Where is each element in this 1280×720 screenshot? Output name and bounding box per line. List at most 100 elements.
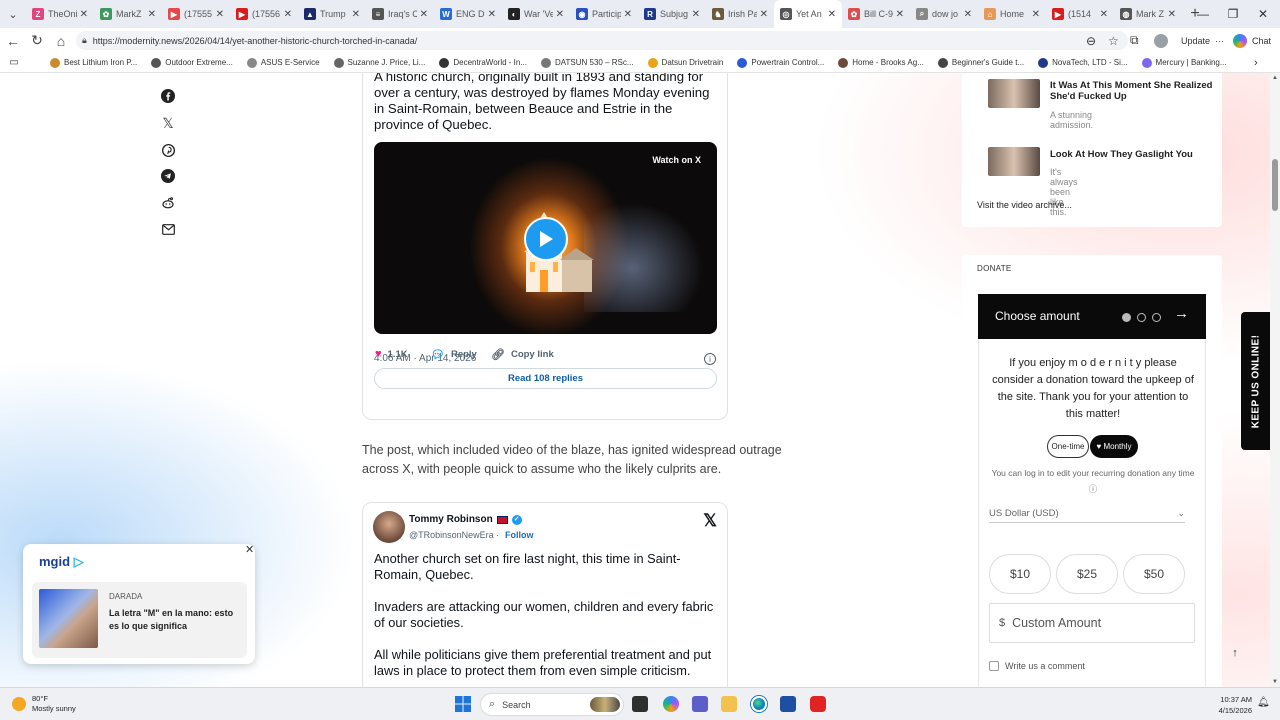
copy-link-button[interactable]: 🔗︎ Copy link (491, 348, 554, 361)
video-thumbnail[interactable] (988, 147, 1040, 176)
browser-tab[interactable]: ⌕ dow jo ✕ (910, 0, 978, 28)
tab-actions-menu[interactable]: ⌄ (0, 0, 26, 28)
video-thumbnail[interactable] (988, 79, 1040, 108)
browser-tab[interactable]: Z TheOni ✕ (26, 0, 94, 28)
browser-tab[interactable]: R Subjug ✕ (638, 0, 706, 28)
browser-tab[interactable]: ✿ Bill C-9 ✕ (842, 0, 910, 28)
bookmark-item[interactable]: DecentraWorld - In... (439, 57, 527, 68)
reader-view-icon[interactable]: ⊖ (1086, 31, 1096, 50)
collections-icon[interactable]: ⧉ (1130, 31, 1139, 50)
checkbox[interactable] (989, 661, 999, 671)
browser-tab[interactable]: ⌂ Home ✕ (978, 0, 1046, 28)
browser-tab[interactable]: ✿ MarkZ ✕ (94, 0, 162, 28)
amount-50-button[interactable]: $50 (1123, 554, 1185, 594)
reddit-icon[interactable] (160, 195, 176, 211)
task-view-icon[interactable] (632, 696, 648, 712)
tab-close-icon[interactable]: ✕ (692, 9, 700, 20)
tab-close-icon[interactable]: ✕ (624, 9, 632, 20)
tab-close-icon[interactable]: ✕ (828, 9, 836, 20)
mgid-ad-widget[interactable]: mgid ▷ ✕ DARADA La letra "M" en la mano:… (23, 544, 255, 664)
tab-close-icon[interactable]: ✕ (352, 9, 360, 20)
tab-close-icon[interactable]: ✕ (284, 9, 292, 20)
tweet-author[interactable]: Tommy Robinson ✓ (409, 514, 522, 525)
refresh-button[interactable]: ↻ (25, 29, 49, 53)
next-arrow-icon[interactable]: → (1174, 305, 1189, 322)
restore-button[interactable]: ❐ (1218, 0, 1248, 28)
windows-start-icon[interactable] (455, 696, 471, 712)
scroll-to-top-icon[interactable]: ↑ (1226, 644, 1244, 662)
info-icon[interactable]: i (704, 353, 716, 365)
teams-icon[interactable] (692, 696, 708, 712)
monthly-button[interactable]: ♥ Monthly (1090, 435, 1138, 458)
one-time-button[interactable]: One-time (1047, 435, 1089, 458)
pinterest-icon[interactable] (160, 142, 176, 158)
tab-close-icon[interactable]: ✕ (420, 9, 428, 20)
close-ad-button[interactable]: ✕ (245, 543, 255, 556)
browser-tab[interactable]: ◐ War 'Ve ✕ (502, 0, 570, 28)
scroll-down-arrow[interactable]: ▼ (1270, 679, 1280, 685)
youtube-icon[interactable] (810, 696, 826, 712)
ad-card[interactable]: DARADA La letra "M" en la mano: esto es … (32, 582, 247, 658)
like-button[interactable]: ♥ 1.1K (375, 348, 408, 360)
weather-widget[interactable]: 80°F Mostly sunny (12, 694, 76, 714)
ad-thumbnail[interactable] (39, 589, 98, 648)
video-title[interactable]: It Was At This Moment She Realized She'd… (1050, 80, 1220, 102)
tab-close-icon[interactable]: ✕ (1168, 9, 1176, 20)
read-replies-button[interactable]: Read 108 replies (374, 368, 717, 389)
browser-tab[interactable]: ▲ Trump ✕ (298, 0, 366, 28)
facebook-icon[interactable] (160, 88, 176, 104)
amount-25-button[interactable]: $25 (1056, 554, 1118, 594)
custom-amount-input[interactable]: $ Custom Amount (989, 603, 1195, 643)
bookmark-item[interactable]: Home - Brooks Ag... (838, 57, 924, 68)
mgid-logo[interactable]: mgid ▷ (39, 554, 84, 570)
tab-close-icon[interactable]: ✕ (1100, 9, 1108, 20)
write-comment-checkbox[interactable]: Write us a comment (989, 661, 1085, 671)
tab-close-icon[interactable]: ✕ (964, 9, 972, 20)
taskbar-search[interactable]: ⌕ Search (480, 693, 624, 716)
x-icon[interactable]: 𝕏 (160, 115, 176, 131)
tab-close-icon[interactable]: ✕ (488, 9, 496, 20)
tab-close-icon[interactable]: ✕ (556, 9, 564, 20)
watch-on-x-label[interactable]: Watch on X (652, 155, 701, 165)
store-icon[interactable] (780, 696, 796, 712)
amount-10-button[interactable]: $10 (989, 554, 1051, 594)
bookmark-item[interactable]: NovaTech, LTD - Si... (1038, 57, 1128, 68)
bookmarks-overflow-icon[interactable]: › (1254, 57, 1258, 69)
bookmarks-icon[interactable]: ▭ (0, 57, 28, 68)
copilot-chat-button[interactable]: Chat (1233, 31, 1271, 50)
tab-close-icon[interactable]: ✕ (1032, 9, 1040, 20)
avatar[interactable] (373, 511, 405, 543)
tab-close-icon[interactable]: ✕ (896, 9, 904, 20)
edge-icon[interactable] (751, 696, 767, 712)
profile-avatar[interactable] (1154, 31, 1168, 50)
follow-link[interactable]: Follow (505, 530, 534, 540)
currency-select[interactable]: US Dollar (USD) ⌄ (989, 505, 1185, 523)
scroll-up-arrow[interactable]: ▲ (1270, 75, 1280, 81)
browser-tab[interactable]: ▶ (17556 ✕ (230, 0, 298, 28)
tab-close-icon[interactable]: ✕ (148, 9, 156, 20)
bookmark-item[interactable]: Suzanne J. Price, Li... (333, 57, 425, 68)
reply-button[interactable]: 💬︎ Reply (431, 348, 477, 361)
browser-tab[interactable]: ◍ Mark Z ✕ (1114, 0, 1182, 28)
tab-close-icon[interactable]: ✕ (80, 9, 88, 20)
keep-us-online-tab[interactable]: KEEP US ONLINE! (1241, 312, 1270, 450)
browser-tab[interactable]: ▶ (17555 ✕ (162, 0, 230, 28)
close-window-button[interactable]: ✕ (1248, 0, 1278, 28)
author-handle[interactable]: @TRobinsonNewEra · (409, 530, 499, 540)
tab-close-icon[interactable]: ✕ (216, 9, 224, 20)
home-button[interactable]: ⌂ (49, 29, 73, 53)
bookmark-item[interactable]: ASUS E-Service (246, 57, 320, 68)
bookmark-item[interactable]: Datsun Drivetrain (647, 57, 723, 68)
bookmark-item[interactable]: Best Lithium Iron P... (50, 57, 137, 68)
ad-headline[interactable]: La letra "M" en la mano: esto es lo que … (109, 607, 241, 633)
file-explorer-icon[interactable] (721, 696, 737, 712)
browser-tab[interactable]: ≡ Iraq's C ✕ (366, 0, 434, 28)
telegram-icon[interactable] (160, 168, 176, 184)
browser-tab[interactable]: ◉ Particip ✕ (570, 0, 638, 28)
bookmark-item[interactable]: DATSUN 530 – RSc... (541, 57, 634, 68)
copilot-taskbar-icon[interactable] (663, 696, 679, 712)
notification-bell-icon[interactable]: 🔔︎ (1257, 697, 1270, 708)
browser-tab[interactable]: ◎ Yet An ✕ (774, 0, 842, 28)
favorite-star-icon[interactable]: ☆ (1108, 31, 1119, 50)
scrollbar[interactable]: ▲ ▼ (1270, 73, 1280, 687)
